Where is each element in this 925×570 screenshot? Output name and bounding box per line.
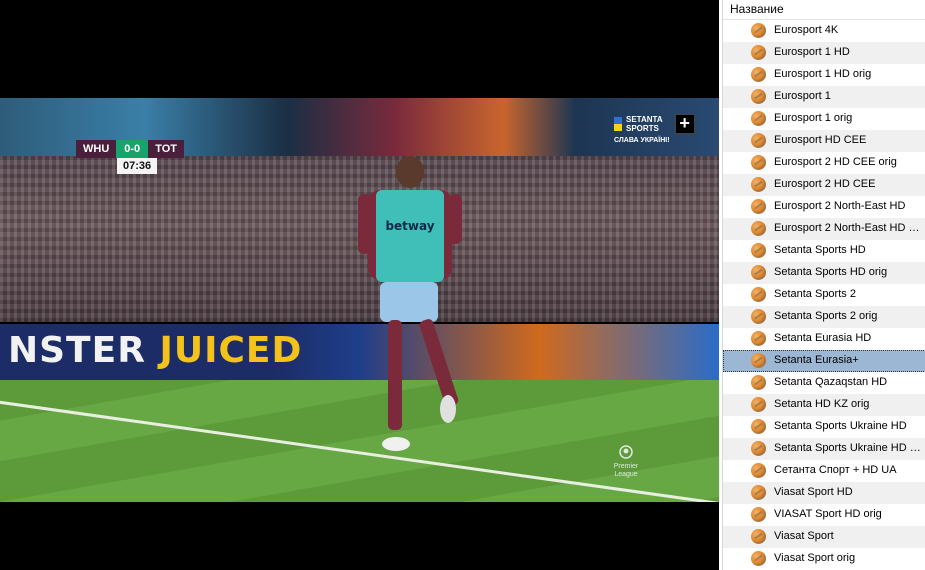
channel-row[interactable]: Setanta Eurasia+: [723, 350, 925, 372]
channel-row[interactable]: Eurosport 2 North-East HD orig: [723, 218, 925, 240]
channel-globe-icon: [751, 551, 766, 566]
channel-row[interactable]: Setanta Sports 2 orig: [723, 306, 925, 328]
channel-globe-icon: [751, 463, 766, 478]
league-logo-line1: Premier: [613, 463, 639, 470]
kit-sponsor: betway: [385, 219, 434, 233]
channel-row[interactable]: Setanta Qazaqstan HD: [723, 372, 925, 394]
channel-row[interactable]: Eurosport 1: [723, 86, 925, 108]
channel-name: Eurosport 4K: [774, 24, 839, 36]
channel-name: Setanta Sports HD orig: [774, 266, 888, 278]
channel-globe-icon: [751, 397, 766, 412]
channel-globe-icon: [751, 111, 766, 126]
channel-name: Setanta Sports 2 orig: [774, 310, 878, 322]
advertising-board-text: NSTER JUICED: [8, 330, 303, 371]
channel-name: Eurosport 2 HD CEE: [774, 178, 876, 190]
channel-name: Setanta Sports Ukraine HD: [774, 420, 907, 432]
channel-row[interactable]: Setanta Sports Ukraine HD orig: [723, 438, 925, 460]
league-logo-line2: League: [614, 471, 638, 478]
channel-list[interactable]: Eurosport 4K Eurosport 1 HD Eurosport 1 HD…: [723, 20, 925, 570]
lion-icon: [619, 445, 633, 459]
column-header-label: Название: [730, 2, 784, 16]
video-player[interactable]: NSTER JUICED betway WHU 0-0 TOT 07:36 SE…: [0, 0, 719, 570]
channel-globe-icon: [751, 133, 766, 148]
channel-row[interactable]: Eurosport 2 HD CEE: [723, 174, 925, 196]
channel-name: Setanta Sports 2: [774, 288, 856, 300]
channel-globe-icon: [751, 485, 766, 500]
channel-row[interactable]: Eurosport 1 HD: [723, 42, 925, 64]
channel-row[interactable]: Viasat Sport orig: [723, 548, 925, 570]
channel-row[interactable]: Setanta Sports 2: [723, 284, 925, 306]
channel-name: Eurosport 1 HD: [774, 46, 850, 58]
premier-league-logo: Premier League: [610, 444, 642, 479]
channel-name: Setanta HD KZ orig: [774, 398, 870, 410]
channel-row[interactable]: VIASAT Sport HD orig: [723, 504, 925, 526]
channel-list-panel[interactable]: Название Eurosport 4K Eurosport 1 HD Euros…: [722, 0, 925, 570]
channel-row[interactable]: Setanta Sports HD orig: [723, 262, 925, 284]
ukraine-flag-icon: [614, 117, 622, 131]
channel-name: Setanta Sports Ukraine HD orig: [774, 442, 924, 454]
channel-globe-icon: [751, 529, 766, 544]
broadcaster-plus: +: [674, 114, 695, 134]
channel-name: Сетанта Спорт + HD UA: [774, 464, 897, 476]
channel-row[interactable]: Eurosport 4K: [723, 20, 925, 42]
channel-globe-icon: [751, 419, 766, 434]
channel-globe-icon: [751, 23, 766, 38]
channel-globe-icon: [751, 265, 766, 280]
away-team: TOT: [148, 140, 184, 158]
channel-row[interactable]: Eurosport 1 orig: [723, 108, 925, 130]
channel-row[interactable]: Eurosport 2 HD CEE orig: [723, 152, 925, 174]
channel-name: Setanta Sports HD: [774, 244, 866, 256]
channel-globe-icon: [751, 155, 766, 170]
channel-name: Setanta Eurasia+: [774, 354, 859, 366]
channel-globe-icon: [751, 45, 766, 60]
home-team: WHU: [76, 140, 117, 158]
channel-globe-icon: [751, 375, 766, 390]
channel-name: Eurosport 2 HD CEE orig: [774, 156, 897, 168]
channel-name: Eurosport 1: [774, 90, 831, 102]
channel-globe-icon: [751, 441, 766, 456]
column-header-name[interactable]: Название: [723, 0, 925, 20]
match-score: 0-0: [116, 140, 149, 158]
channel-row[interactable]: Eurosport 1 HD orig: [723, 64, 925, 86]
channel-name: Setanta Eurasia HD: [774, 332, 872, 344]
channel-name: Viasat Sport orig: [774, 552, 856, 564]
channel-name: Setanta Qazaqstan HD: [774, 376, 888, 388]
channel-globe-icon: [751, 177, 766, 192]
channel-name: Eurosport 1 orig: [774, 112, 853, 124]
channel-name: Eurosport 2 North-East HD: [774, 200, 906, 212]
channel-name: VIASAT Sport HD orig: [774, 508, 882, 520]
channel-row[interactable]: Setanta Sports Ukraine HD: [723, 416, 925, 438]
channel-globe-icon: [751, 243, 766, 258]
broadcaster-logo: SETANTA SPORTS + СЛАВА УКРАЇНІ!: [614, 114, 718, 144]
channel-row[interactable]: Setanta Eurasia HD: [723, 328, 925, 350]
channel-globe-icon: [751, 353, 766, 368]
channel-row[interactable]: Eurosport 2 North-East HD: [723, 196, 925, 218]
channel-row[interactable]: Сетанта Спорт + HD UA: [723, 460, 925, 482]
player-figure: betway: [358, 156, 462, 451]
channel-name: Eurosport 1 HD orig: [774, 68, 872, 80]
channel-globe-icon: [751, 331, 766, 346]
channel-name: Viasat Sport: [774, 530, 834, 542]
channel-row[interactable]: Setanta Sports HD: [723, 240, 925, 262]
channel-globe-icon: [751, 199, 766, 214]
channel-globe-icon: [751, 309, 766, 324]
channel-row[interactable]: Viasat Sport HD: [723, 482, 925, 504]
channel-name: Eurosport HD CEE: [774, 134, 867, 146]
channel-row[interactable]: Setanta HD KZ orig: [723, 394, 925, 416]
video-frame: NSTER JUICED betway WHU 0-0 TOT 07:36 SE…: [0, 98, 719, 502]
broadcaster-name: SETANTA: [626, 115, 663, 124]
channel-globe-icon: [751, 507, 766, 522]
channel-globe-icon: [751, 89, 766, 104]
channel-name: Eurosport 2 North-East HD orig: [774, 222, 924, 234]
channel-globe-icon: [751, 221, 766, 236]
match-clock: 07:36: [117, 158, 158, 174]
channel-row[interactable]: Eurosport HD CEE: [723, 130, 925, 152]
broadcaster-subname: SPORTS: [626, 124, 659, 133]
channel-globe-icon: [751, 67, 766, 82]
channel-globe-icon: [751, 287, 766, 302]
channel-row[interactable]: Viasat Sport: [723, 526, 925, 548]
score-bug: WHU 0-0 TOT: [76, 140, 184, 158]
channel-name: Viasat Sport HD: [774, 486, 853, 498]
broadcaster-slogan: СЛАВА УКРАЇНІ!: [614, 137, 670, 144]
